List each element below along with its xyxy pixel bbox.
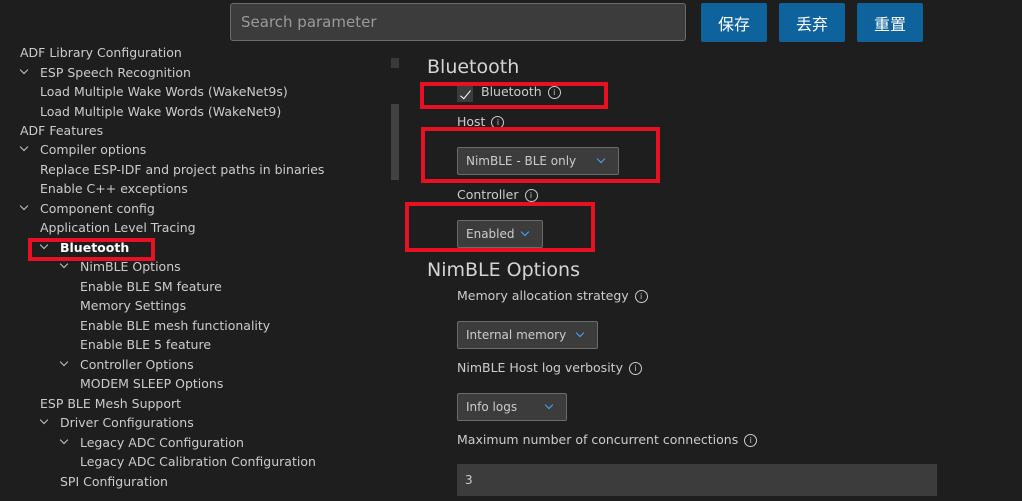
tree-item-replace-paths[interactable]: Replace ESP-IDF and project paths in bin…: [40, 160, 324, 179]
tree-item-label: Enable BLE mesh functionality: [80, 318, 271, 333]
bluetooth-checkbox[interactable]: [457, 86, 473, 102]
tree-item-label: Load Multiple Wake Words (WakeNet9s): [40, 84, 288, 99]
tree-item-wakenet9s[interactable]: Load Multiple Wake Words (WakeNet9s): [40, 82, 288, 101]
log-verbosity-select[interactable]: Info logs: [457, 393, 567, 421]
tree-item-label: Enable BLE SM feature: [80, 279, 222, 294]
tree-item-app-level-tracing[interactable]: Application Level Tracing: [40, 218, 196, 237]
info-icon[interactable]: i: [524, 189, 538, 202]
tree-item-ble-mesh-support[interactable]: ESP BLE Mesh Support: [40, 394, 181, 413]
chevron-down-icon: [520, 227, 530, 237]
tree-item-label: Load Multiple Wake Words (WakeNet9): [40, 104, 282, 119]
info-icon[interactable]: i: [744, 434, 758, 447]
tree-item-component-config[interactable]: Component config: [20, 199, 155, 218]
info-icon[interactable]: i: [547, 86, 561, 99]
tree-item-label: Controller Options: [80, 357, 194, 372]
tree-item-label: ESP Speech Recognition: [40, 65, 191, 80]
mem-alloc-label: Memory allocation strategy i: [457, 288, 648, 303]
tree-item-label: ADF Features: [20, 123, 104, 138]
info-icon[interactable]: i: [628, 362, 642, 375]
search-input[interactable]: [230, 3, 686, 41]
max-conn-input[interactable]: [457, 464, 937, 496]
select-value: Internal memory: [466, 328, 567, 342]
tree-item-ble5[interactable]: Enable BLE 5 feature: [80, 335, 211, 354]
tree-item-legacy-adc-cal[interactable]: Legacy ADC Calibration Configuration: [80, 452, 316, 471]
info-icon[interactable]: i: [634, 290, 648, 303]
tree-item-label: Replace ESP-IDF and project paths in bin…: [40, 162, 325, 177]
chevron-down-icon[interactable]: [20, 140, 30, 159]
tree-item-driver-config[interactable]: Driver Configurations: [40, 413, 194, 432]
tree-item-label: Enable BLE 5 feature: [80, 337, 212, 352]
tree-item-label: NimBLE Options: [80, 259, 181, 274]
save-button[interactable]: 保存: [701, 3, 767, 42]
chevron-down-icon: [544, 400, 554, 410]
tree-item-adf-features[interactable]: ADF Features: [20, 121, 103, 140]
tree-item-spi-config[interactable]: SPI Configuration: [60, 472, 168, 491]
tree-item-label: Legacy ADC Configuration: [80, 435, 244, 450]
tree-item-bluetooth[interactable]: Bluetooth: [40, 238, 129, 257]
tree-item-label: Component config: [40, 201, 155, 216]
tree-item-modem-sleep[interactable]: MODEM SLEEP Options: [80, 374, 223, 393]
chevron-down-icon: [596, 154, 606, 164]
chevron-down-icon: [575, 328, 585, 338]
info-icon[interactable]: i: [491, 116, 505, 129]
tree-item-label: Bluetooth: [60, 240, 130, 255]
chevron-down-icon[interactable]: [60, 433, 70, 452]
bluetooth-section-title: Bluetooth: [427, 56, 520, 78]
host-label: Host i: [457, 114, 505, 129]
tree-item-adf-library-config[interactable]: ADF Library Configuration: [20, 44, 182, 62]
tree-item-label: Compiler options: [40, 142, 147, 157]
select-value: NimBLE - BLE only: [466, 154, 577, 168]
sidebar-scrollbar[interactable]: [391, 104, 399, 180]
tree-item-label: ESP BLE Mesh Support: [40, 396, 182, 411]
controller-label: Controller i: [457, 187, 538, 202]
tree-item-cpp-exceptions[interactable]: Enable C++ exceptions: [40, 179, 188, 198]
reset-button[interactable]: 重置: [857, 3, 923, 42]
tree-item-nimble-options[interactable]: NimBLE Options: [60, 257, 181, 276]
select-value: Enabled: [466, 227, 515, 241]
tree-item-label: SPI Configuration: [60, 474, 168, 489]
tree-item-label: MODEM SLEEP Options: [80, 376, 224, 391]
discard-button[interactable]: 丢弃: [779, 3, 845, 42]
label-text: Bluetooth: [481, 84, 542, 99]
tree-item-ble-sm-feature[interactable]: Enable BLE SM feature: [80, 277, 222, 296]
nimble-section-title: NimBLE Options: [427, 259, 580, 281]
label-text: Host: [457, 114, 486, 129]
tree-item-label: Driver Configurations: [60, 415, 194, 430]
tree-item-compiler-options[interactable]: Compiler options: [20, 140, 146, 159]
chevron-down-icon[interactable]: [20, 63, 30, 82]
log-verbosity-label: NimBLE Host log verbosity i: [457, 360, 642, 375]
tree-item-wakenet9[interactable]: Load Multiple Wake Words (WakeNet9): [40, 102, 281, 121]
controller-select[interactable]: Enabled: [457, 220, 543, 248]
select-value: Info logs: [466, 400, 518, 414]
scrollbar-mark: [391, 58, 399, 68]
chevron-down-icon[interactable]: [40, 413, 50, 432]
tree-item-label: ADF Library Configuration: [20, 45, 182, 60]
chevron-down-icon[interactable]: [40, 238, 50, 257]
tree-item-label: Enable C++ exceptions: [40, 181, 188, 196]
tree-item-label: Legacy ADC Calibration Configuration: [80, 454, 316, 469]
top-bar: 保存 丢弃 重置: [0, 0, 1022, 48]
label-text: Memory allocation strategy: [457, 288, 629, 303]
mem-alloc-select[interactable]: Internal memory: [457, 321, 598, 349]
config-tree: ADF Library Configuration ESP Speech Rec…: [0, 44, 390, 501]
tree-item-label: Memory Settings: [80, 298, 187, 313]
label-text: Controller: [457, 187, 519, 202]
tree-item-legacy-adc[interactable]: Legacy ADC Configuration: [60, 433, 244, 452]
chevron-down-icon[interactable]: [60, 257, 70, 276]
host-select[interactable]: NimBLE - BLE only: [457, 147, 619, 175]
tree-item-esp-speech-recognition[interactable]: ESP Speech Recognition: [20, 63, 191, 82]
tree-item-ble-mesh[interactable]: Enable BLE mesh functionality: [80, 316, 270, 335]
chevron-down-icon[interactable]: [60, 355, 70, 374]
label-text: Maximum number of concurrent connections: [457, 432, 739, 447]
chevron-down-icon[interactable]: [20, 199, 30, 218]
tree-item-label: Application Level Tracing: [40, 220, 196, 235]
max-conn-label: Maximum number of concurrent connections…: [457, 432, 758, 447]
tree-item-memory-settings[interactable]: Memory Settings: [80, 296, 186, 315]
label-text: NimBLE Host log verbosity: [457, 360, 623, 375]
tree-item-controller-options[interactable]: Controller Options: [60, 355, 194, 374]
bluetooth-checkbox-label: Bluetooth i: [481, 84, 561, 99]
